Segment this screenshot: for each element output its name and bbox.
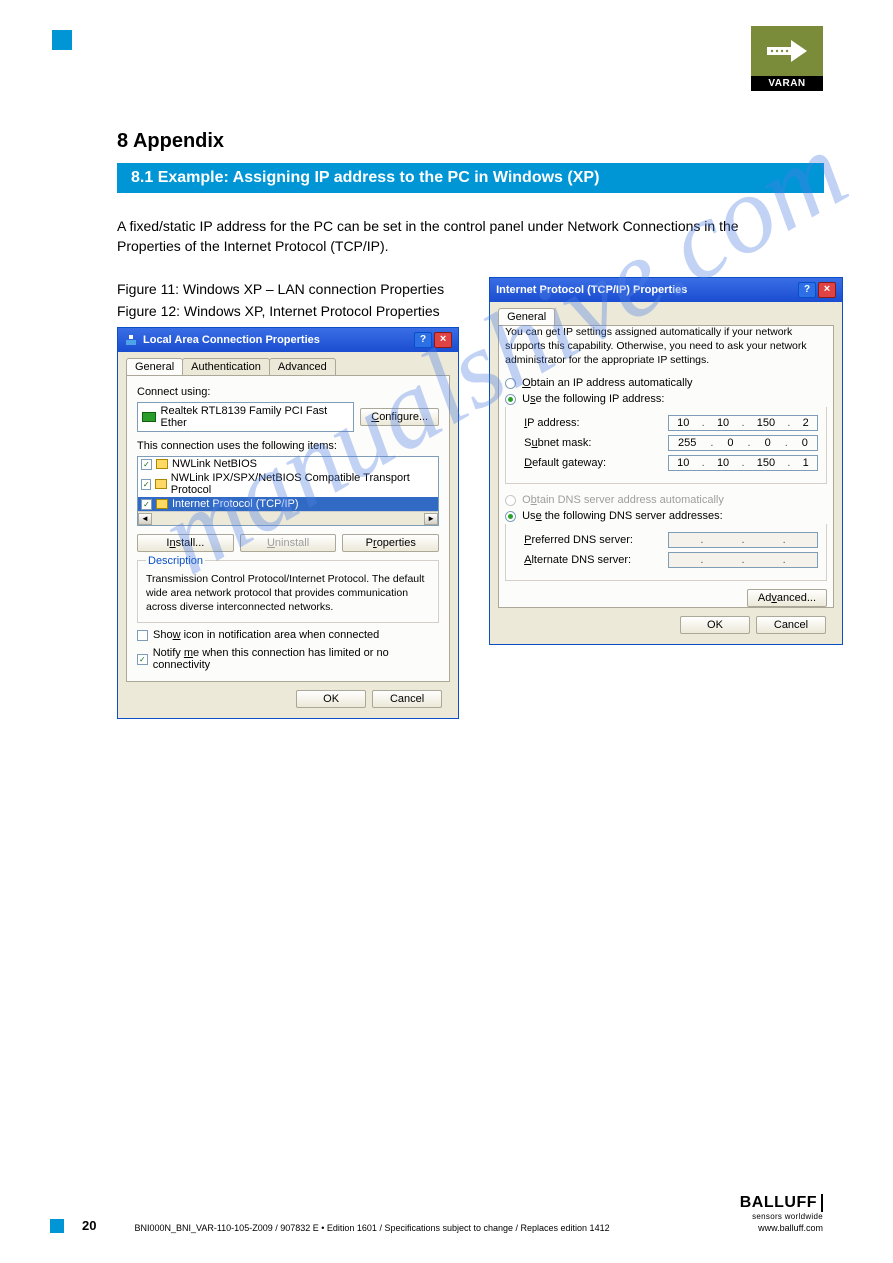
- radio-use-ip-label: Use the following IP address:: [522, 393, 664, 405]
- dialog1-titlebar[interactable]: Local Area Connection Properties ? ×: [118, 328, 458, 352]
- radio-use-ip[interactable]: [505, 394, 516, 405]
- section-heading: 8 Appendix: [117, 130, 843, 153]
- lan-connection-properties-dialog: Local Area Connection Properties ? × Gen…: [117, 327, 459, 719]
- notify-checkbox[interactable]: ✓: [137, 654, 148, 665]
- tab-advanced[interactable]: Advanced: [269, 358, 336, 375]
- network-icon: [124, 333, 138, 347]
- tab-authentication[interactable]: Authentication: [182, 358, 270, 375]
- cancel-button[interactable]: Cancel: [756, 616, 826, 634]
- cancel-button[interactable]: Cancel: [372, 690, 442, 708]
- ip-address-label: IP address:: [524, 417, 579, 429]
- gateway-label: Default gateway:: [524, 457, 606, 469]
- uninstall-button: Uninstall: [240, 534, 337, 552]
- horizontal-scrollbar[interactable]: ◄ ►: [138, 511, 438, 525]
- items-listbox[interactable]: ✓NWLink NetBIOS ✓NWLink IPX/SPX/NetBIOS …: [137, 456, 439, 526]
- footer-info: BNI000N_BNI_VAR-110-105-Z009 / 907832 E …: [134, 1223, 739, 1233]
- ok-button[interactable]: OK: [680, 616, 750, 634]
- footer-accent-square: [50, 1219, 64, 1233]
- alternate-dns-input[interactable]: . . .: [668, 552, 818, 568]
- page-accent-square: [52, 30, 72, 50]
- varan-logo: VARAN: [751, 26, 823, 91]
- description-groupbox: Description Transmission Control Protoco…: [137, 560, 439, 623]
- radio-auto-dns-label: Obtain DNS server address automatically: [522, 494, 724, 506]
- help-button[interactable]: ?: [414, 332, 432, 348]
- protocol-icon: [156, 499, 168, 509]
- notify-label: Notify me when this connection has limit…: [153, 647, 439, 671]
- dialog2-description: You can get IP settings assigned automat…: [505, 326, 827, 367]
- gateway-input[interactable]: 10.10.150.1: [668, 455, 818, 471]
- protocol-icon: [156, 459, 168, 469]
- alternate-dns-label: Alternate DNS server:: [524, 554, 631, 566]
- radio-use-dns-label: Use the following DNS server addresses:: [522, 510, 723, 522]
- radio-use-dns[interactable]: [505, 511, 516, 522]
- description-legend: Description: [146, 555, 205, 567]
- close-button[interactable]: ×: [818, 282, 836, 298]
- dialog2-titlebar[interactable]: Internet Protocol (TCP/IP) Properties ? …: [490, 278, 842, 302]
- checkbox-icon[interactable]: ✓: [141, 499, 152, 510]
- adapter-name: Realtek RTL8139 Family PCI Fast Ether: [161, 405, 350, 429]
- install-button[interactable]: Install...: [137, 534, 234, 552]
- connect-using-label: Connect using:: [137, 386, 439, 398]
- help-button[interactable]: ?: [798, 282, 816, 298]
- radio-auto-dns: [505, 495, 516, 506]
- close-button[interactable]: ×: [434, 332, 452, 348]
- protocol-icon: [155, 479, 166, 489]
- tcpip-properties-dialog: Internet Protocol (TCP/IP) Properties ? …: [489, 277, 843, 645]
- preferred-dns-input[interactable]: . . .: [668, 532, 818, 548]
- show-icon-label: Show icon in notification area when conn…: [153, 629, 379, 641]
- intro-paragraph: A fixed/static IP address for the PC can…: [117, 217, 797, 256]
- description-body: Transmission Control Protocol/Internet P…: [146, 573, 430, 614]
- list-item[interactable]: ✓NWLink NetBIOS: [138, 457, 438, 471]
- varan-logo-text: VARAN: [751, 76, 823, 91]
- items-label: This connection uses the following items…: [137, 440, 439, 452]
- scroll-right-arrow[interactable]: ►: [424, 513, 438, 525]
- configure-button[interactable]: Configure...: [360, 408, 439, 426]
- properties-button[interactable]: Properties: [342, 534, 439, 552]
- radio-auto-ip-label: Obtain an IP address automatically: [522, 377, 692, 389]
- balluff-tagline: sensors worldwide: [740, 1212, 823, 1221]
- subsection-bar: 8.1 Example: Assigning IP address to the…: [117, 163, 824, 193]
- arrow-icon: [763, 36, 811, 66]
- list-item[interactable]: ✓NWLink IPX/SPX/NetBIOS Compatible Trans…: [138, 471, 438, 497]
- tab-general[interactable]: General: [498, 308, 555, 325]
- ok-button[interactable]: OK: [296, 690, 366, 708]
- balluff-url: www.balluff.com: [740, 1223, 823, 1233]
- advanced-button[interactable]: Advanced...: [747, 589, 827, 607]
- subnet-mask-label: Subnet mask:: [524, 437, 591, 449]
- dialog2-title: Internet Protocol (TCP/IP) Properties: [496, 284, 687, 296]
- balluff-logo: BALLUFF: [740, 1194, 823, 1212]
- nic-icon: [142, 412, 156, 422]
- page-number: 20: [82, 1218, 96, 1233]
- list-item-selected[interactable]: ✓Internet Protocol (TCP/IP): [138, 497, 438, 511]
- checkbox-icon[interactable]: ✓: [141, 479, 151, 490]
- dialog1-title: Local Area Connection Properties: [143, 334, 320, 346]
- subnet-mask-input[interactable]: 255.0.0.0: [668, 435, 818, 451]
- checkbox-icon[interactable]: ✓: [141, 459, 152, 470]
- show-icon-checkbox[interactable]: [137, 630, 148, 641]
- page-footer: 20 BNI000N_BNI_VAR-110-105-Z009 / 907832…: [50, 1194, 823, 1233]
- ip-address-input[interactable]: 10.10.150.2: [668, 415, 818, 431]
- tab-general[interactable]: General: [126, 358, 183, 375]
- preferred-dns-label: Preferred DNS server:: [524, 534, 633, 546]
- radio-auto-ip[interactable]: [505, 378, 516, 389]
- scroll-left-arrow[interactable]: ◄: [138, 513, 152, 525]
